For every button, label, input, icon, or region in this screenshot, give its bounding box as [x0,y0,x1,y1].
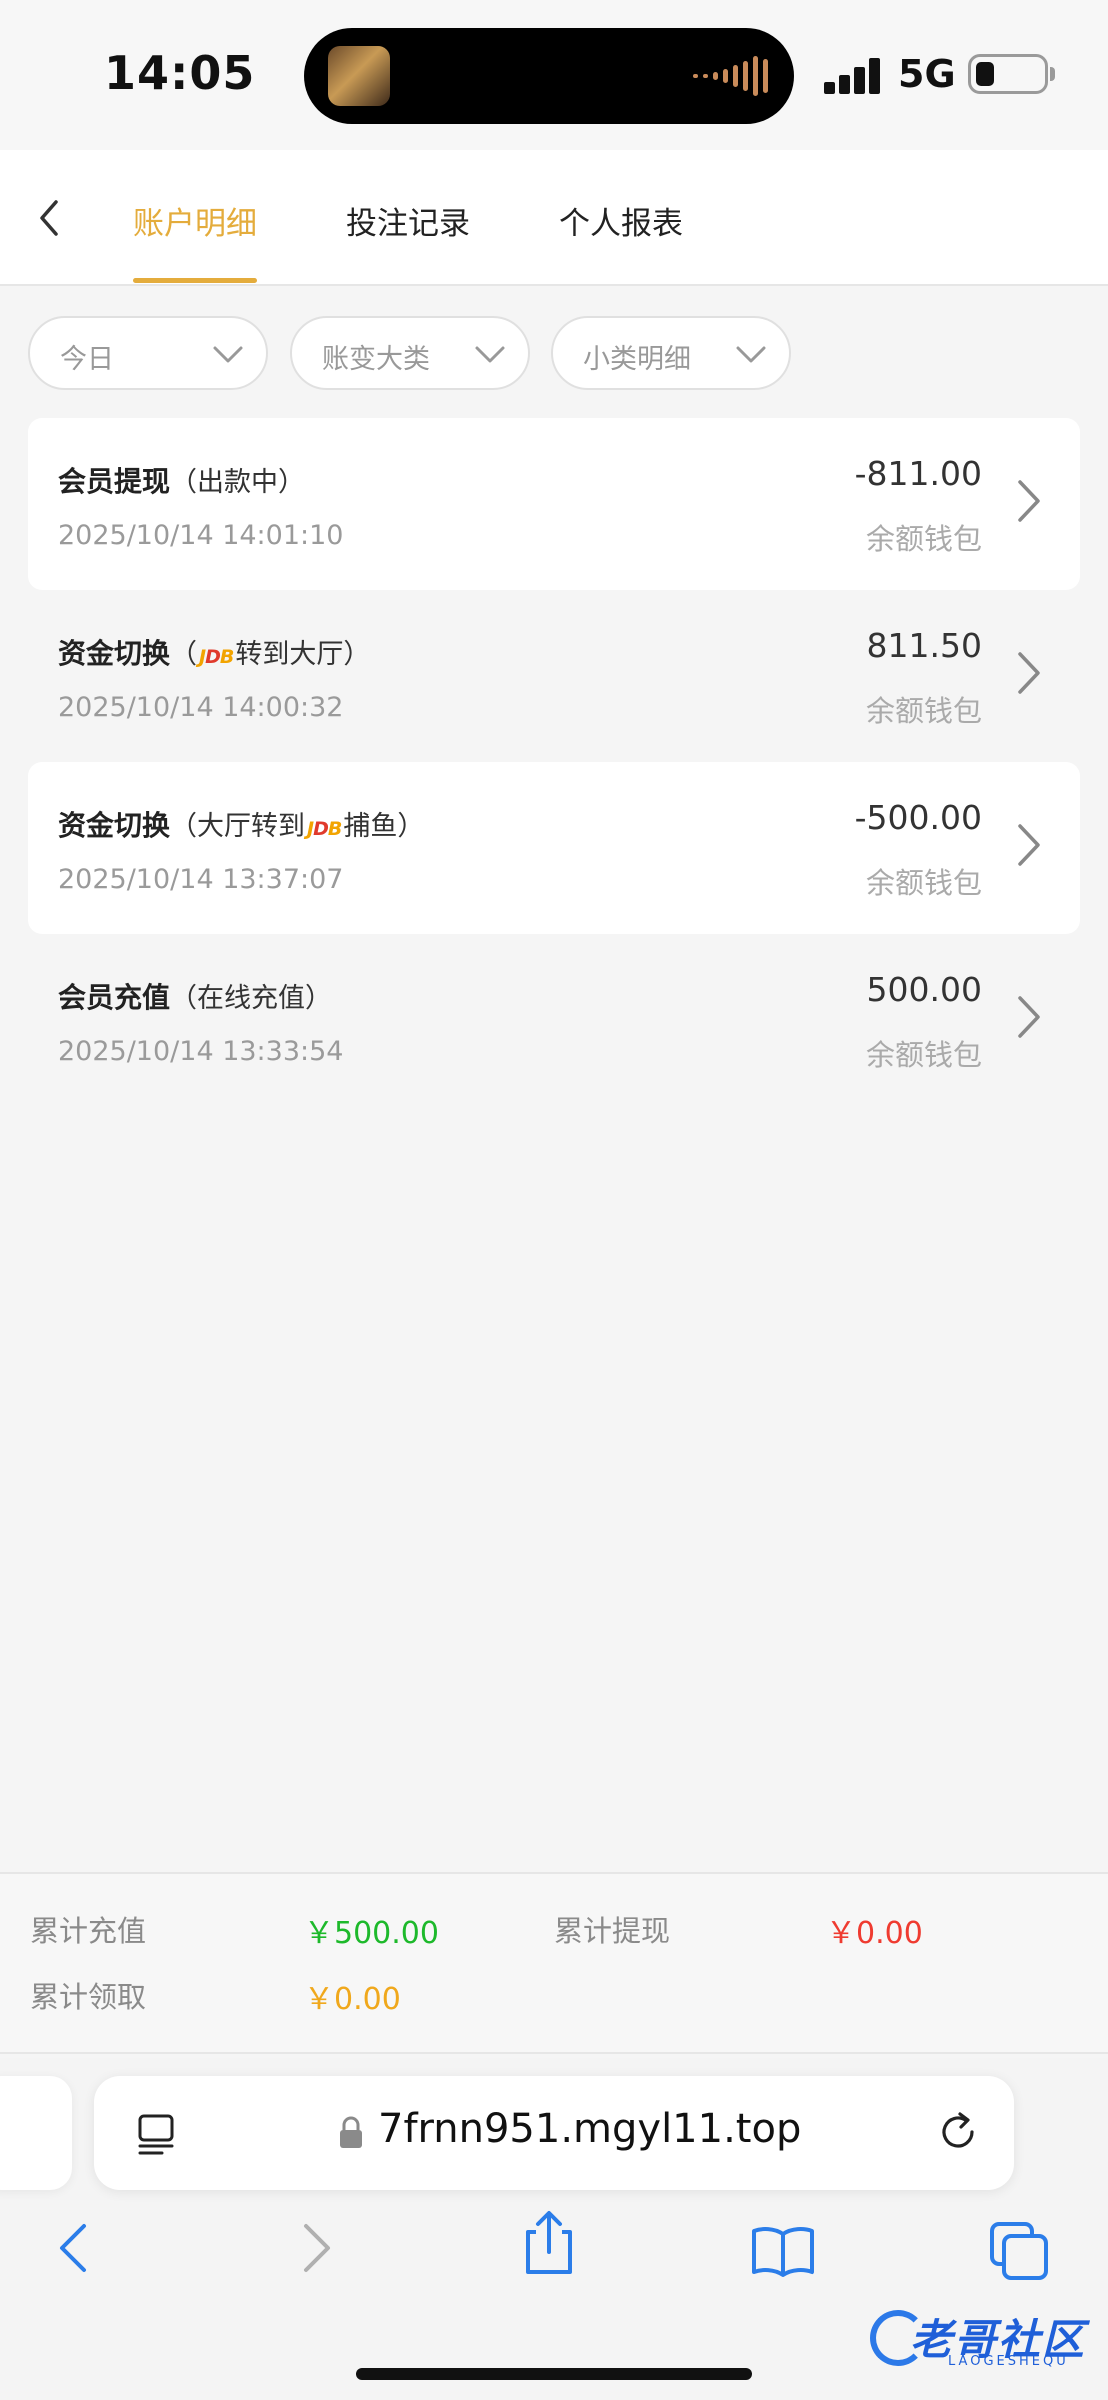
date-filter-label: 今日 [60,344,114,375]
battery-icon [968,54,1055,94]
home-indicator [356,2368,752,2380]
record-amount: -811.00 [854,454,982,493]
previous-tab-preview[interactable] [0,2076,72,2190]
chevron-right-icon [1018,996,1040,1038]
lock-icon [340,2116,362,2148]
list-item[interactable]: 会员提现（出款中） 2025/10/14 14:01:10 -811.00 余额… [28,418,1080,590]
record-title: 资金切换（ JDB转到大厅） [58,637,371,670]
back-arrow-icon[interactable] [30,196,70,240]
record-date: 2025/10/14 13:37:07 [58,864,344,895]
record-wallet: 余额钱包 [865,866,982,900]
page-menu-icon[interactable] [136,2112,176,2156]
summary-panel: 累计充值 ￥500.00 累计提现 ￥0.00 累计领取 ￥0.00 [0,1872,1108,2054]
subcategory-filter-dropdown[interactable]: 小类明细 [551,316,791,390]
list-item[interactable]: 资金切换（大厅转到 JDB捕鱼） 2025/10/14 13:37:07 -500… [28,762,1080,934]
chevron-right-icon [1018,652,1040,694]
tab-personal-report[interactable]: 个人报表 [559,198,683,243]
watermark-logo: 老哥社区 LAOGESHEQU [866,2302,1096,2372]
jdb-logo: JDB [199,646,234,668]
share-icon[interactable] [518,2208,580,2278]
record-title: 资金切换（大厅转到 JDB捕鱼） [58,809,425,842]
cellular-signal-icon [824,58,882,94]
browser-back-icon[interactable] [54,2220,94,2276]
reload-icon[interactable] [936,2108,982,2156]
category-filter-label: 账变大类 [322,344,430,375]
date-filter-dropdown[interactable]: 今日 [28,316,268,390]
dynamic-island[interactable] [304,28,794,124]
active-tab-indicator [133,278,257,283]
record-date: 2025/10/14 14:01:10 [58,520,344,551]
total-withdraw-label: 累计提现 [554,1914,671,1948]
record-wallet: 余额钱包 [865,694,982,728]
total-recharge-value: ￥500.00 [304,1916,439,1951]
record-amount: 500.00 [866,970,982,1009]
chevron-down-icon [475,346,505,363]
bookmarks-icon[interactable] [750,2224,816,2278]
record-title: 会员充值（在线充值） [58,981,333,1014]
record-amount: 811.50 [866,626,982,665]
chevron-right-icon [1018,824,1040,866]
record-wallet: 余额钱包 [865,522,982,556]
total-recharge-label: 累计充值 [30,1914,147,1948]
list-item[interactable]: 会员充值（在线充值） 2025/10/14 13:33:54 500.00 余额… [28,934,1080,1106]
record-amount: -500.00 [854,798,982,837]
record-date: 2025/10/14 13:33:54 [58,1036,344,1067]
jdb-logo: JDB [307,818,342,840]
status-bar: 14:05 5G [0,0,1108,150]
total-withdraw-value: ￥0.00 [826,1916,923,1951]
chevron-right-icon [1018,480,1040,522]
url-text[interactable]: 7frnn951.mgyl11.top [378,2106,801,2152]
top-nav: 账户明细 投注记录 个人报表 [0,150,1108,286]
filter-bar: 今日 账变大类 小类明细 [0,316,1108,392]
tabs-icon[interactable] [988,2220,1050,2282]
status-time: 14:05 [104,46,256,100]
total-claim-label: 累计领取 [30,1980,147,2014]
audio-wave-icon [693,54,768,98]
subcategory-filter-label: 小类明细 [583,344,691,375]
browser-forward-icon[interactable] [296,2220,336,2276]
record-title: 会员提现（出款中） [58,465,306,498]
category-filter-dropdown[interactable]: 账变大类 [290,316,530,390]
tab-bet-records[interactable]: 投注记录 [346,198,470,243]
record-date: 2025/10/14 14:00:32 [58,692,344,723]
transaction-list: 会员提现（出款中） 2025/10/14 14:01:10 -811.00 余额… [28,418,1080,1106]
total-claim-value: ￥0.00 [304,1982,401,2017]
network-type: 5G [898,52,956,96]
list-item[interactable]: 资金切换（ JDB转到大厅） 2025/10/14 14:00:32 811.50… [28,590,1080,762]
chevron-down-icon [736,346,766,363]
record-wallet: 余额钱包 [865,1038,982,1072]
chevron-down-icon [213,346,243,363]
now-playing-app-icon [328,46,390,106]
tab-account-details[interactable]: 账户明细 [133,198,257,243]
address-bar[interactable]: 7frnn951.mgyl11.top [94,2076,1014,2190]
